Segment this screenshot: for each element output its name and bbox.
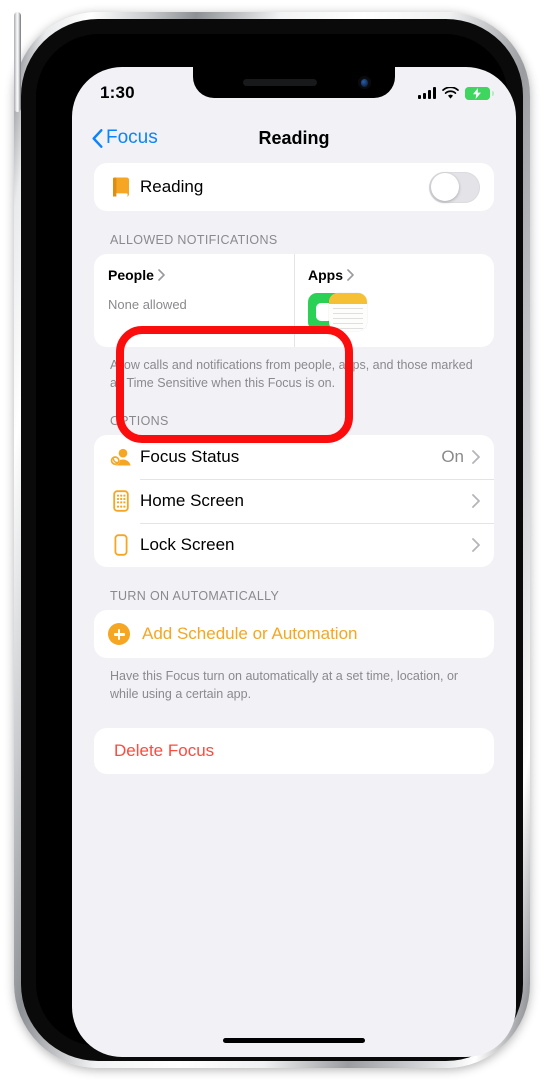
allowed-apps-icons: [308, 293, 480, 331]
status-indicators: [418, 86, 494, 100]
plus-circle-icon: [108, 623, 130, 646]
screenshot-stage: 1:30 Focus Reading Reading ALLOWED NOTIF…: [0, 0, 544, 1080]
status-time: 1:30: [100, 83, 135, 102]
delete-focus-card: Delete Focus: [94, 727, 494, 774]
options-row-home-screen[interactable]: Home Screen: [94, 479, 494, 523]
chevron-right-icon: [472, 494, 480, 509]
status-bar: 1:30: [72, 67, 516, 113]
book-icon: [108, 176, 134, 198]
options-row-label: Focus Status: [140, 447, 240, 467]
options-card: Focus Status On Home Screen Lock Screen: [94, 435, 494, 568]
back-button-label: Focus: [106, 127, 158, 148]
turn-on-automatically-footer: Have this Focus turn on automatically at…: [110, 669, 459, 702]
people-title-row: People: [108, 267, 280, 283]
chevron-left-icon: [92, 128, 103, 148]
delete-focus-row[interactable]: Delete Focus: [94, 728, 494, 774]
people-cell[interactable]: People None allowed: [94, 254, 294, 347]
power-button[interactable]: [14, 12, 21, 112]
navigation-bar: Focus Reading: [72, 113, 516, 163]
page-title: Reading: [258, 127, 330, 148]
focus-toggle-row[interactable]: Reading: [94, 163, 494, 211]
device-bezel: 1:30 Focus Reading Reading ALLOWED NOTIF…: [36, 34, 516, 1057]
battery-charging-icon: [465, 86, 494, 100]
allowed-notifications-footer: Allow calls and notifications from peopl…: [110, 358, 473, 391]
focus-toggle-label: Reading: [140, 177, 204, 196]
add-schedule-row[interactable]: Add Schedule or Automation: [94, 610, 494, 658]
options-header: OPTIONS: [110, 414, 169, 429]
apps-label: Apps: [308, 267, 343, 283]
options-row-label: Home Screen: [140, 491, 244, 511]
options-row-label: Lock Screen: [140, 535, 235, 555]
settings-content: Reading ALLOWED NOTIFICATIONS People Non…: [72, 163, 516, 774]
apps-cell[interactable]: Apps: [294, 254, 494, 347]
allowed-notifications-card: People None allowed Apps: [94, 254, 494, 347]
lock-screen-icon: [108, 534, 134, 556]
signal-bars-icon: [418, 87, 436, 99]
chevron-right-icon: [347, 269, 354, 281]
apps-title-row: Apps: [308, 267, 480, 283]
chevron-right-icon: [472, 538, 480, 553]
phone-screen: 1:30 Focus Reading Reading ALLOWED NOTIF…: [72, 67, 516, 1057]
back-button[interactable]: Focus: [92, 127, 158, 149]
people-subtitle: None allowed: [108, 297, 187, 312]
options-row-focus-status[interactable]: Focus Status On: [94, 435, 494, 479]
device-inner-shell: 1:30 Focus Reading Reading ALLOWED NOTIF…: [21, 19, 523, 1061]
turn-on-automatically-header: TURN ON AUTOMATICALLY: [110, 589, 280, 604]
focus-status-icon: [108, 447, 134, 467]
chevron-right-icon: [158, 269, 165, 281]
home-screen-icon: [108, 490, 134, 512]
focus-status-value: On: [441, 447, 464, 467]
people-label: People: [108, 267, 154, 283]
options-row-lock-screen[interactable]: Lock Screen: [94, 523, 494, 567]
turn-on-automatically-card: Add Schedule or Automation: [94, 610, 494, 659]
home-indicator[interactable]: [223, 1038, 365, 1043]
switch-knob: [430, 173, 459, 201]
charging-bolt-icon: [473, 87, 481, 99]
focus-enable-switch[interactable]: [429, 171, 480, 203]
allowed-notifications-split: People None allowed Apps: [94, 254, 494, 347]
iphone-device-frame: 1:30 Focus Reading Reading ALLOWED NOTIF…: [14, 12, 530, 1068]
wifi-icon: [442, 86, 459, 99]
allowed-notifications-header: ALLOWED NOTIFICATIONS: [110, 233, 278, 247]
chevron-right-icon: [472, 450, 480, 465]
delete-focus-label: Delete Focus: [114, 740, 215, 760]
add-schedule-label: Add Schedule or Automation: [142, 624, 358, 644]
focus-toggle-card: Reading: [94, 163, 494, 211]
notes-icon: [329, 293, 367, 331]
